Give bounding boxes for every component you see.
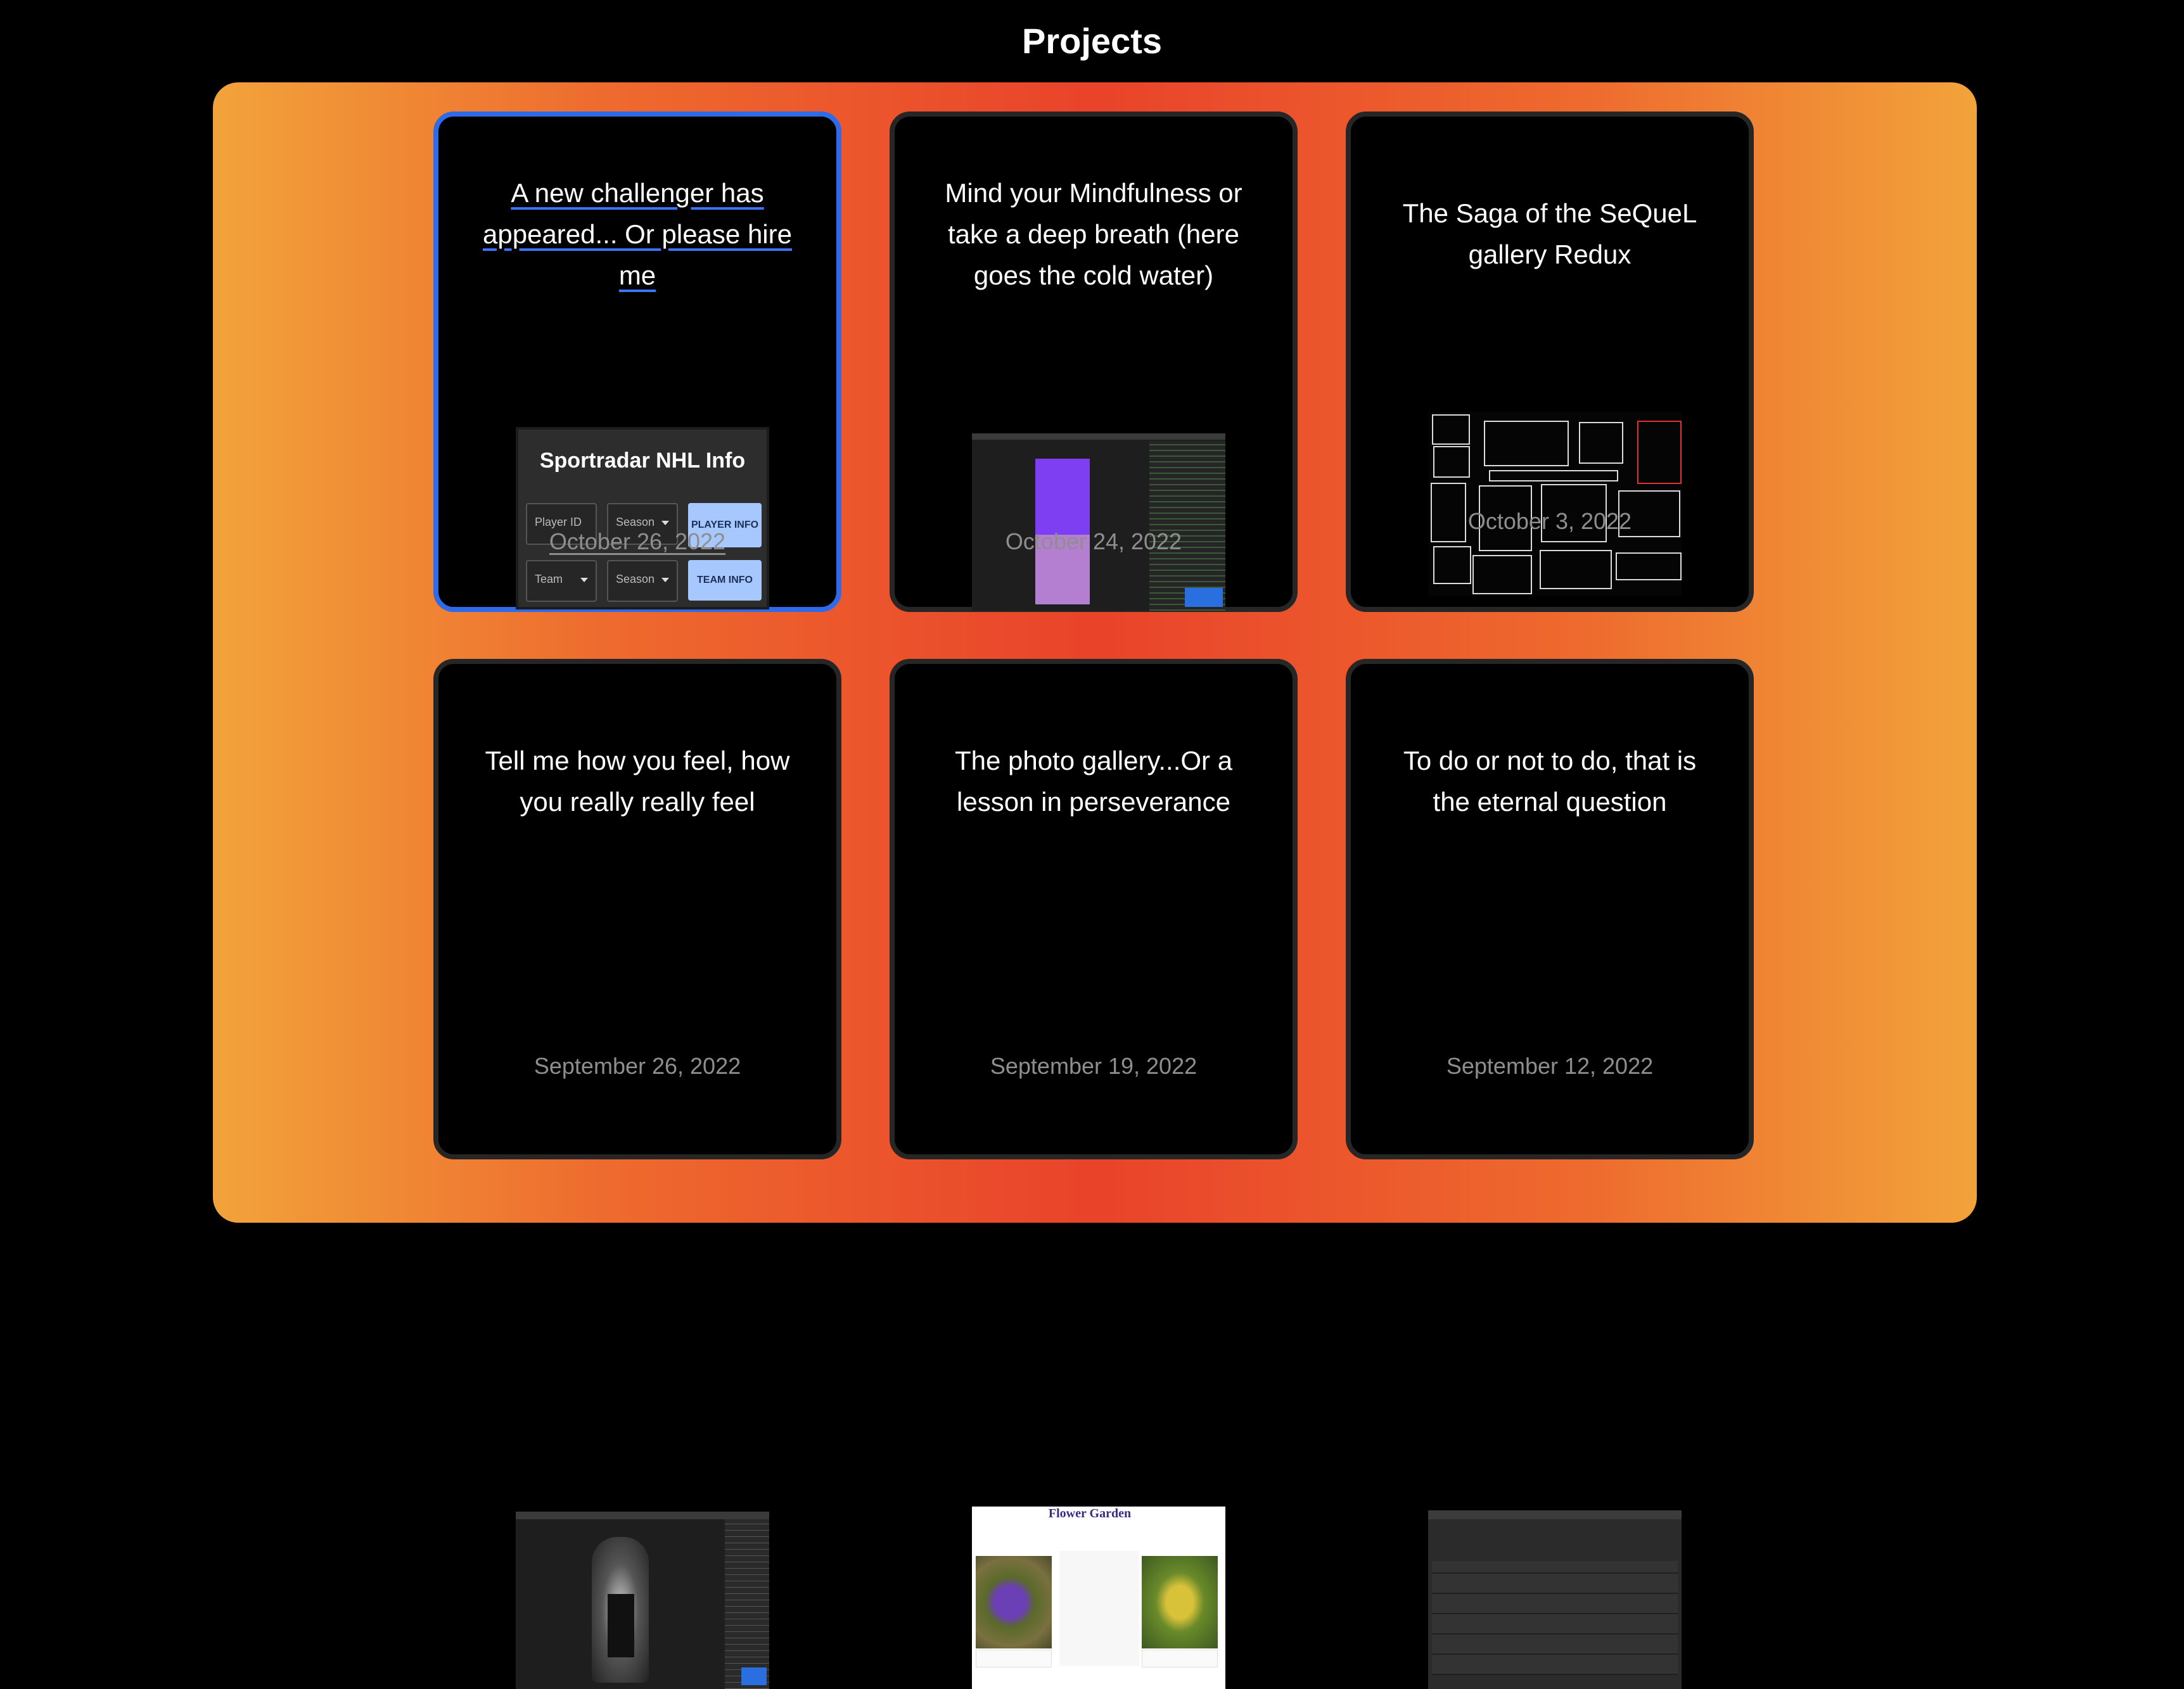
project-title-link[interactable]: Mind your Mindfulness or take a deep bre… <box>933 172 1255 296</box>
project-card[interactable]: Tell me how you feel, how you really rea… <box>433 659 841 1689</box>
project-date[interactable]: September 19, 2022 <box>895 1052 1293 1081</box>
thumbnail-heading: Sportradar NHL Info <box>539 449 746 473</box>
project-thumbnail: Sportradar NHL Info Player ID Season PLA… <box>516 427 769 609</box>
project-date[interactable]: September 12, 2022 <box>1351 1052 1749 1081</box>
project-title-link[interactable]: The Saga of the SeQueL gallery Redux <box>1389 193 1711 275</box>
project-thumbnail <box>1428 412 1682 596</box>
project-thumbnail <box>516 1512 769 1689</box>
page-title: Projects <box>1022 21 1162 61</box>
thumbnail-heading: Flower Garden <box>1048 1507 1132 1520</box>
chevron-down-icon <box>661 578 669 582</box>
project-title-link[interactable]: The photo gallery...Or a lesson in perse… <box>933 740 1255 822</box>
project-card[interactable]: The Saga of the SeQueL gallery Redux Oct… <box>1346 112 1754 612</box>
project-date[interactable]: September 26, 2022 <box>438 1052 836 1081</box>
project-thumbnail: Flower Garden <box>972 1507 1225 1689</box>
chevron-down-icon <box>580 578 588 582</box>
project-thumbnail <box>1428 1510 1682 1689</box>
project-thumbnail <box>972 433 1225 611</box>
project-card[interactable]: Mind your Mindfulness or take a deep bre… <box>890 112 1298 612</box>
project-card[interactable]: The photo gallery...Or a lesson in perse… <box>890 659 1298 1689</box>
project-title-link[interactable]: A new challenger has appeared... Or plea… <box>476 172 798 296</box>
season-select: Season <box>607 560 678 602</box>
project-date[interactable]: October 24, 2022 <box>895 527 1293 556</box>
project-date[interactable]: October 3, 2022 <box>1351 507 1749 536</box>
project-title-link[interactable]: Tell me how you feel, how you really rea… <box>476 740 798 822</box>
project-date[interactable]: October 26, 2022 <box>438 527 836 556</box>
team-select: Team <box>526 560 597 602</box>
project-card[interactable]: To do or not to do, that is the eternal … <box>1346 659 1754 1689</box>
chevron-down-icon <box>661 521 669 525</box>
team-info-button: TEAM INFO <box>688 560 762 601</box>
project-card[interactable]: A new challenger has appeared... Or plea… <box>433 112 841 612</box>
project-title-link[interactable]: To do or not to do, that is the eternal … <box>1389 740 1711 822</box>
